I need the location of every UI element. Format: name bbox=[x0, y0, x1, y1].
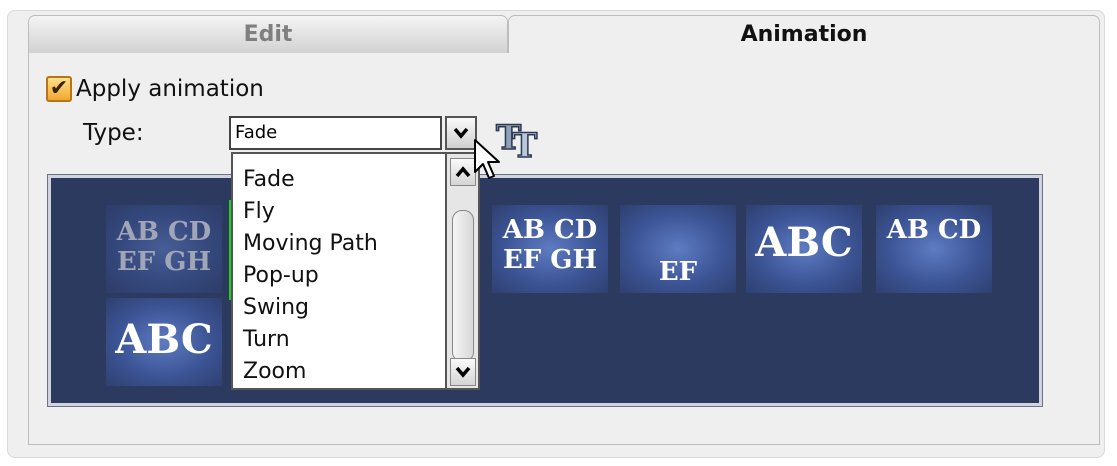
thumbnail-text: EF GH bbox=[116, 247, 212, 277]
scroll-down-button[interactable] bbox=[450, 358, 476, 386]
thumbnail-text: AB CD bbox=[886, 215, 982, 245]
dropdown-option-pop-up[interactable]: Pop-up bbox=[233, 260, 445, 292]
dropdown-scrollbar[interactable] bbox=[447, 152, 480, 390]
dropdown-option-turn[interactable]: Turn bbox=[233, 324, 445, 356]
chevron-down-icon bbox=[453, 127, 469, 139]
apply-animation-row[interactable]: ✔ Apply animation bbox=[46, 74, 264, 104]
dropdown-option-moving-path[interactable]: Moving Path bbox=[233, 228, 445, 260]
animation-thumbnail[interactable]: AB CD EF GH bbox=[492, 205, 608, 293]
tab-animation[interactable]: Animation bbox=[508, 15, 1100, 53]
type-label: Type: bbox=[83, 120, 144, 146]
chevron-up-icon bbox=[455, 166, 471, 178]
thumbnail-text: AB CD bbox=[502, 215, 598, 245]
type-dropdown-list: Fade Fly Moving Path Pop-up Swing Turn Z… bbox=[231, 152, 447, 390]
animation-thumbnail[interactable]: ABC bbox=[106, 298, 222, 386]
scrollbar-thumb[interactable] bbox=[452, 210, 474, 362]
mouse-cursor-icon bbox=[474, 139, 500, 179]
chevron-down-icon bbox=[455, 366, 471, 378]
thumbnail-text: ABC bbox=[755, 219, 853, 266]
animation-thumbnail[interactable]: EF bbox=[620, 205, 736, 293]
tab-edit[interactable]: Edit bbox=[28, 15, 508, 53]
animation-thumbnail[interactable]: AB CD bbox=[876, 205, 992, 293]
animation-thumbnail[interactable]: ABC bbox=[746, 205, 862, 293]
thumbnail-text: EF bbox=[658, 257, 698, 287]
dropdown-option-fade[interactable]: Fade bbox=[233, 164, 445, 196]
type-select[interactable]: Fade bbox=[229, 116, 442, 150]
thumbnail-text: EF GH bbox=[502, 245, 598, 275]
apply-animation-checkbox[interactable]: ✔ bbox=[46, 76, 72, 102]
animation-thumbnail[interactable]: AB CD EF GH bbox=[106, 205, 222, 293]
dropdown-option-fly[interactable]: Fly bbox=[233, 196, 445, 228]
svg-text:T: T bbox=[512, 126, 537, 161]
thumbnail-text: ABC bbox=[115, 316, 213, 363]
apply-animation-label: Apply animation bbox=[76, 76, 264, 102]
dropdown-option-swing[interactable]: Swing bbox=[233, 292, 445, 324]
thumbnail-text: AB CD bbox=[116, 217, 212, 247]
dropdown-option-zoom[interactable]: Zoom bbox=[233, 356, 445, 388]
